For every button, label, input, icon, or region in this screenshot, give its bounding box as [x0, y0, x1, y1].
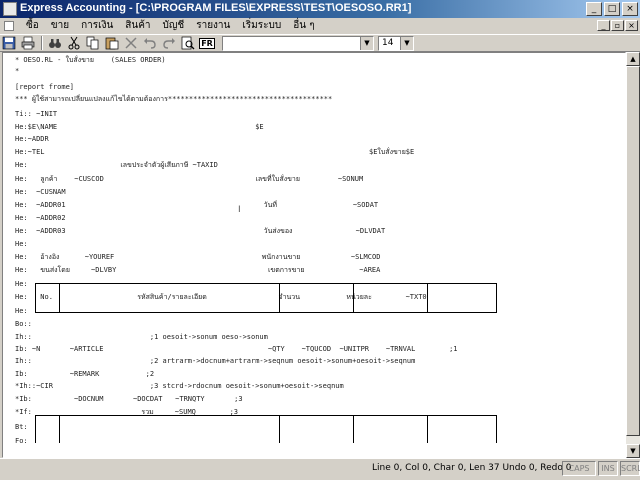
vertical-scrollbar[interactable]: ▲ ▼ — [626, 52, 640, 458]
status-scrl: SCRL — [620, 461, 640, 476]
window-title: Express Accounting - [C:\PROGRAM FILES\E… — [20, 2, 412, 14]
editor-line: *** ผู้ใช้สามารถเปลี่ยนแปลงแก้ไขได้ตามต้… — [15, 95, 333, 103]
cut-icon — [68, 36, 80, 50]
copy-icon — [86, 36, 99, 50]
table-divider — [59, 415, 60, 443]
paste-button[interactable] — [103, 35, 121, 51]
toolbar-separator — [41, 36, 43, 50]
menu-inventory[interactable]: สินค้า — [119, 18, 156, 34]
editor-line: He: ขนส่งโดย ~DLVBY เขตการขาย ~AREA — [15, 266, 381, 274]
table-divider — [427, 415, 428, 443]
document-icon[interactable] — [4, 21, 14, 31]
paste-icon — [105, 37, 119, 50]
editor-line: He: ลูกค้า ~CUSCOD เลขที่ใบสั่งขาย ~SONU… — [15, 175, 364, 183]
minimize-button[interactable]: _ — [586, 2, 602, 16]
undo-icon — [144, 38, 156, 49]
find-button[interactable] — [179, 35, 197, 51]
table-divider — [427, 283, 428, 313]
find-binoculars-button[interactable] — [46, 35, 64, 51]
size-combo-value: 14 — [382, 38, 394, 48]
chevron-down-icon[interactable]: ▼ — [400, 37, 413, 50]
report-editor[interactable]: * OESO.RL - ใบสั่งขาย (SALES ORDER) * [r… — [2, 52, 626, 458]
editor-line: He:~ADDR — [15, 135, 49, 143]
menu-finance[interactable]: การเงิน — [75, 18, 119, 34]
find-replace-icon: FR — [199, 37, 215, 49]
editor-line: * OESO.RL - ใบสั่งขาย (SALES ORDER) — [15, 56, 166, 64]
status-position: Line 0, Col 0, Char 0, Len 37 Undo 0, Re… — [372, 463, 572, 473]
editor-line: He: — [15, 280, 28, 288]
font-combo[interactable]: ▼ — [222, 36, 374, 51]
size-combo[interactable]: 14 ▼ — [378, 36, 414, 51]
editor-line: He:~TEL $Eใบสั่งขาย$E — [15, 148, 415, 156]
editor-line: Bo:: — [15, 320, 32, 328]
table-divider — [353, 283, 354, 313]
delete-icon — [125, 37, 137, 49]
app-icon[interactable] — [3, 2, 17, 16]
editor-line: He: ~ADDR02 — [15, 214, 66, 222]
status-ins: INS — [598, 461, 618, 476]
table-divider — [279, 415, 280, 443]
editor-line: Bt: — [15, 423, 28, 431]
editor-line: He: — [15, 240, 28, 248]
editor-line: * — [15, 67, 20, 75]
scroll-up-button[interactable]: ▲ — [626, 52, 640, 66]
scrollbar-thumb[interactable] — [626, 66, 640, 436]
editor-line: *Ib: ~DOCNUM ~DOCDAT ~TRNQTY ;3 — [15, 395, 243, 403]
title-bar: Express Accounting - [C:\PROGRAM FILES\E… — [0, 0, 640, 18]
binoculars-icon — [49, 39, 61, 48]
table-divider — [353, 415, 354, 443]
copy-button[interactable] — [84, 35, 102, 51]
editor-line: Ih:: ;2 artrarm->docnum+artrarm->seqnum … — [15, 357, 416, 365]
redo-icon — [163, 38, 175, 49]
menu-bar: ซื้อ ขาย การเงิน สินค้า บัญชี รายงาน เริ… — [0, 18, 640, 34]
undo-button[interactable] — [141, 35, 159, 51]
menu-purchase[interactable]: ซื้อ — [20, 18, 45, 34]
scroll-down-button[interactable]: ▼ — [626, 444, 640, 458]
doc-minimize-button[interactable]: _ — [597, 20, 610, 31]
close-button[interactable]: × — [622, 2, 638, 16]
status-caps: CAPS — [562, 461, 596, 476]
redo-button[interactable] — [160, 35, 178, 51]
editor-line: He: — [15, 307, 28, 315]
editor-line: *Ih::~CIR ;3 stcrd->rdocnum oesoit->sonu… — [15, 382, 344, 390]
cut-button[interactable] — [65, 35, 83, 51]
editor-line: He: เลขประจำตัวผู้เสียภาษี ~TAXID — [15, 161, 218, 169]
toolbar: FR ▼ 14 ▼ — [0, 34, 640, 52]
menu-setup[interactable]: เริ่มระบบ — [236, 18, 287, 34]
menu-sales[interactable]: ขาย — [45, 18, 75, 34]
menu-other[interactable]: อื่น ๆ — [287, 18, 320, 34]
status-bar: Line 0, Col 0, Char 0, Len 37 Undo 0, Re… — [0, 458, 640, 480]
doc-restore-button[interactable]: ▫ — [611, 20, 624, 31]
save-button[interactable] — [0, 35, 18, 51]
editor-line: He: ~ADDR03 วันส่งของ ~DLVDAT — [15, 227, 386, 235]
table-divider — [59, 283, 60, 313]
find-replace-button[interactable]: FR — [198, 35, 216, 51]
menu-accounts[interactable]: บัญชี — [157, 18, 191, 34]
editor-line: Ti:: ~INIT — [15, 110, 58, 118]
editor-line: He:$E\NAME $E — [15, 123, 264, 131]
editor-line: He: อ้างอิง ~YOUREF พนักงานขาย ~SLMCOD — [15, 253, 381, 261]
editor-line: He: ~CUSNAM — [15, 188, 66, 196]
editor-line: He: ~ADDR01 วันที่ ~SODAT — [15, 201, 379, 209]
print-icon — [21, 36, 35, 50]
print-button[interactable] — [19, 35, 37, 51]
text-cursor-icon: I — [238, 205, 241, 215]
table-divider — [279, 283, 280, 313]
delete-button[interactable] — [122, 35, 140, 51]
save-icon — [2, 36, 16, 50]
find-icon — [181, 36, 195, 50]
editor-line: Fo: — [15, 437, 28, 445]
menu-reports[interactable]: รายงาน — [190, 18, 236, 34]
maximize-button[interactable]: □ — [604, 2, 620, 16]
chevron-down-icon[interactable]: ▼ — [360, 37, 373, 50]
doc-close-button[interactable]: × — [625, 20, 638, 31]
